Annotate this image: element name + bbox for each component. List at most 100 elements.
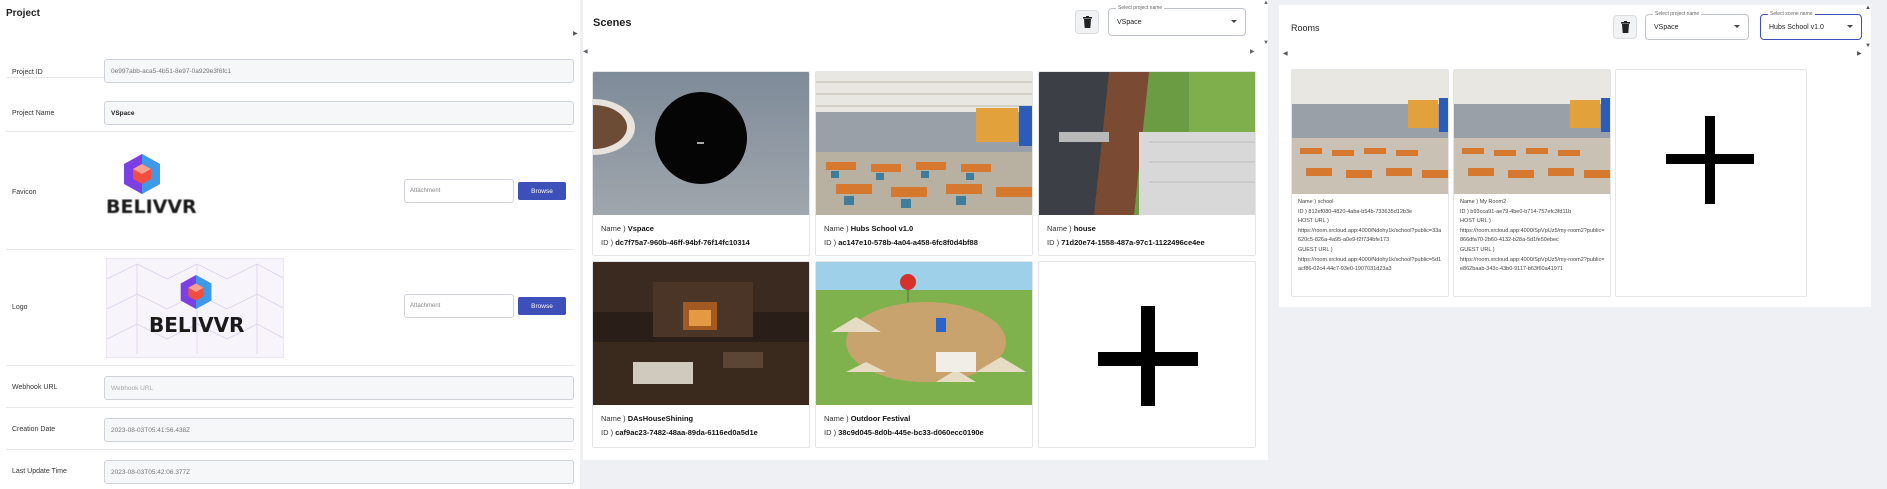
room-host-url-label: HOST URL ) [1460,218,1491,225]
scene-id-line: ID ) 38c9d045-8d0b-445e-bc33-d060ecc0190… [824,428,984,437]
rooms-panel: Rooms Select project name VSpace Select … [1279,5,1871,307]
favicon-cube-icon [124,154,160,194]
scroll-up-icon[interactable]: ▲ [1865,5,1871,11]
add-scene-button[interactable] [1038,261,1256,448]
room-guest-url[interactable]: https://room.xrcloud.app:4000/SpVpUz5/my… [1460,256,1606,275]
scene-thumbnail-dashouseshining [593,262,809,405]
scene-card[interactable]: Name ) Vspace ID ) dc7f75a7-960b-46ff-94… [592,71,810,256]
scene-name: house [1073,224,1096,233]
scenes-delete-button[interactable] [1075,10,1099,34]
room-host-url-label: HOST URL ) [1298,218,1329,225]
favicon-label: Favicon [12,189,37,196]
scroll-down-icon[interactable]: ▼ [1263,40,1269,46]
logo-brand-text: BELIVVR [149,313,245,337]
scene-thumbnail-vspace [593,72,809,215]
chevron-down-icon [1734,25,1740,28]
rooms-scene-select[interactable]: Select scene name Hubs School v1.0 [1760,11,1862,40]
scene-name: Hubs School v1.0 [850,224,914,233]
project-id-row: Project ID 0e997abb-aca5-4b51-8e97-0a929… [6,40,574,83]
room-id: 812ef080-4820-4aba-b54b-733635d12b3e [1308,208,1413,215]
room-id-line: ID ) 812ef080-4820-4aba-b54b-733635d12b3… [1298,208,1413,215]
room-card[interactable]: Name ) school ID ) 812ef080-4820-4aba-b5… [1291,69,1449,297]
room-name-line: Name ) My Room2 [1460,199,1507,205]
project-id-label: Project ID [12,69,43,76]
logo-cube-icon [180,275,212,309]
panel-collapse-arrow[interactable]: ▶ [573,30,578,37]
scene-id: 71d20e74-1558-487a-97c1-1122496ce4ee [1061,238,1205,247]
scene-thumbnail-outdoor-festival [816,262,1032,405]
project-name-label: Project Name [12,110,55,117]
rooms-delete-button[interactable] [1613,15,1637,39]
room-id-line: ID ) b93cca91-ae79-4be0-b714-757efc3fd11… [1460,208,1572,215]
scene-name-line: Name ) DAsHouseShining [601,414,694,423]
creation-date-field[interactable]: 2023-08-03T05:41:56.438Z [104,418,574,442]
room-name: school [1317,199,1334,205]
trash-icon [1082,16,1092,28]
room-guest-url[interactable]: https://room.xrcloud.app:4000/Ndohy1k/sc… [1298,256,1444,275]
scene-name: Vspace [627,224,654,233]
last-update-row: Last Update Time 2023-08-03T05:42:06.377… [6,452,574,489]
project-panel: Project ▶ Project ID 0e997abb-aca5-4b51-… [0,0,580,489]
scroll-left-icon[interactable]: ◀ [1283,50,1288,57]
scene-card[interactable]: Name ) Outdoor Festival ID ) 38c9d045-8d… [815,261,1033,448]
favicon-browse-button[interactable]: Browse [518,182,566,200]
favicon-preview: BELIVVR [106,152,197,232]
scene-id-line: ID ) caf9ac23-7482-48aa-89da-6116ed0a5d1… [601,428,758,437]
project-name-field[interactable]: VSpace [104,101,574,125]
scene-card[interactable]: Name ) Hubs School v1.0 ID ) ac147e10-57… [815,71,1033,256]
favicon-attachment-input[interactable]: Attachment [404,179,514,203]
creation-date-row: Creation Date 2023-08-03T05:41:56.438Z [6,410,574,450]
scene-name-line: Name ) Vspace [601,224,654,233]
scroll-right-icon[interactable]: ▶ [1250,48,1255,55]
scroll-right-icon[interactable]: ▶ [1857,50,1862,57]
webhook-row: Webhook URL Webhook URL [6,368,574,408]
room-thumbnail-my-room2 [1454,70,1610,194]
scene-thumbnail-house [1039,72,1255,215]
scene-id-line: ID ) 71d20e74-1558-487a-97c1-1122496ce4e… [1047,238,1205,247]
last-update-label: Last Update Time [12,468,67,475]
room-host-url[interactable]: https://room.xrcloud.app:4000/SpVpUz5/my… [1460,227,1606,246]
plus-icon-vertical [1705,116,1715,204]
rooms-project-select-caption: Select project name [1653,11,1702,17]
plus-icon-vertical [1141,306,1155,406]
scene-name-line: Name ) Outdoor Festival [824,414,911,423]
room-card[interactable]: Name ) My Room2 ID ) b93cca91-ae79-4be0-… [1453,69,1611,297]
scenes-project-select[interactable]: Select project name VSpace [1108,5,1246,36]
scene-id-line: ID ) dc7f75a7-960b-46ff-94bf-76f14fc1031… [601,238,750,247]
add-room-button[interactable] [1615,69,1807,297]
scene-name: DAsHouseShining [627,414,694,423]
rooms-scene-select-caption: Select scene name [1768,11,1815,17]
scene-id: dc7f75a7-960b-46ff-94bf-76f14fc10314 [615,238,750,247]
project-name-row: Project Name VSpace [6,80,574,132]
scene-name-line: Name ) Hubs School v1.0 [824,224,914,233]
room-guest-url-label: GUEST URL ) [1298,246,1333,253]
scene-card[interactable]: Name ) house ID ) 71d20e74-1558-487a-97c… [1038,71,1256,256]
last-update-field[interactable]: 2023-08-03T05:42:06.377Z [104,460,574,484]
scroll-up-icon[interactable]: ▲ [1263,0,1269,6]
project-title: Project [6,8,40,19]
scene-card[interactable]: Name ) DAsHouseShining ID ) caf9ac23-748… [592,261,810,448]
scroll-down-icon[interactable]: ▼ [1865,43,1871,49]
scene-id: ac147e10-578b-4a04-a458-6fc8f0d4bf88 [838,238,978,247]
room-host-url[interactable]: https://room.xrcloud.app:4000/Ndohy1k/sc… [1298,227,1444,246]
scene-name-line: Name ) house [1047,224,1096,233]
room-name: My Room2 [1479,199,1507,205]
room-guest-url-label: GUEST URL ) [1460,246,1495,253]
room-name-line: Name ) school [1298,199,1334,205]
rooms-project-select[interactable]: Select project name VSpace [1645,11,1749,40]
webhook-url-input[interactable]: Webhook URL [104,376,574,400]
rooms-project-select-value: VSpace [1654,23,1679,31]
chevron-down-icon [1231,20,1237,23]
scroll-left-icon[interactable]: ◀ [583,48,588,55]
scene-id-line: ID ) ac147e10-578b-4a04-a458-6fc8f0d4bf8… [824,238,978,247]
scenes-project-select-caption: Select project name [1116,5,1165,11]
logo-row: Logo BELIVVR Attachment Browse [6,252,574,366]
webhook-label: Webhook URL [12,384,58,391]
logo-browse-button[interactable]: Browse [518,297,566,315]
chevron-down-icon [1847,25,1853,28]
favicon-brand-text: BELIVVR [106,196,197,218]
rooms-scene-select-value: Hubs School v1.0 [1769,23,1824,31]
logo-attachment-input[interactable]: Attachment [404,294,514,318]
app-root: Project ▶ Project ID 0e997abb-aca5-4b51-… [0,0,1887,489]
scenes-project-select-value: VSpace [1117,18,1142,26]
